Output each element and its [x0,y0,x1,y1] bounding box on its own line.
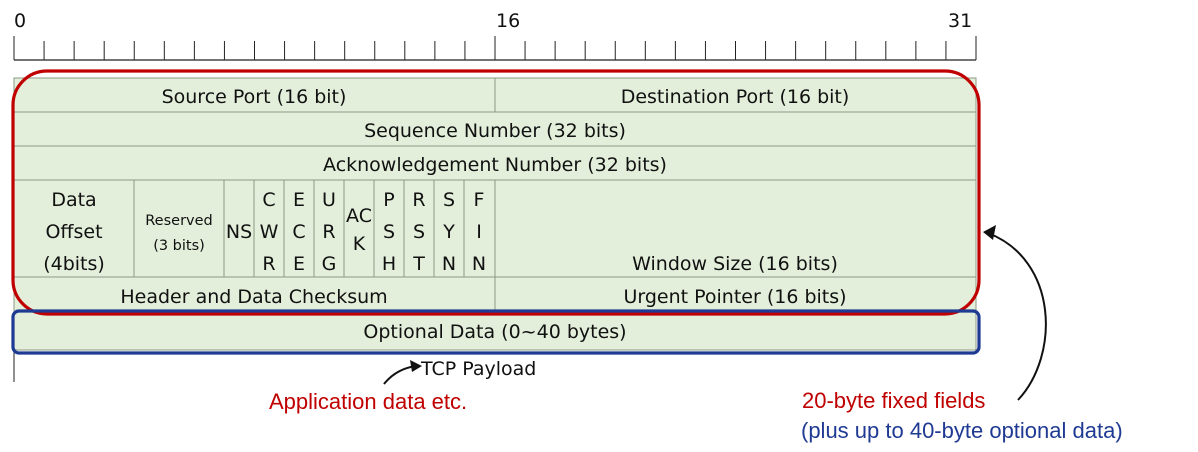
data-offset-label-line2: Offset [45,221,102,243]
sequence-number-label: Sequence Number (32 bits) [364,120,626,142]
source-port-label: Source Port (16 bit) [162,86,347,108]
ack-flag-field [343,179,375,278]
rst-flag-letter: R [412,189,425,211]
ece-flag-letter: E [293,253,305,275]
data-offset-label-line1: Data [51,189,96,211]
ns-label: NS [226,221,252,243]
syn-flag-letter: N [442,253,456,275]
reserved-label-line2: (3 bits) [153,238,205,254]
payload-arrow [383,365,417,385]
ack-flag-letter: AC [346,205,372,227]
application-data-label: Application data etc. [269,389,467,414]
syn-flag-letter: Y [442,221,455,243]
ruler-ticks [13,36,977,60]
psh-flag-letter: P [383,189,394,211]
fin-flag-letter: N [472,253,486,275]
psh-flag-letter: H [382,253,396,275]
ece-flag-letter: C [292,221,305,243]
fin-flag-letter: F [474,189,485,211]
rst-flag-letter: S [413,221,425,243]
urg-flag-letter: U [322,189,336,211]
cwr-flag-letter: R [262,253,275,275]
optional-data-note: (plus up to 40-byte optional data) [801,418,1123,443]
ack-flag-letter: K [353,233,366,255]
urg-flag-letter: G [322,253,337,275]
ack-number-label: Acknowledgement Number (32 bits) [323,154,667,176]
data-offset-label-line3: (4bits) [43,253,105,275]
psh-flag-letter: S [383,221,395,243]
optional-data-label: Optional Data (0~40 bytes) [363,321,626,343]
window-size-label: Window Size (16 bits) [632,253,838,275]
checksum-label: Header and Data Checksum [120,286,387,308]
bit-label-31: 31 [948,10,972,32]
fixed-fields-arrowhead [983,225,996,240]
tcp-payload-label: TCP Payload [420,358,536,380]
reserved-label-line1: Reserved [145,213,213,229]
bit-label-16: 16 [496,10,520,32]
cwr-flag-letter: W [260,221,279,243]
fixed-fields-arrow [987,232,1047,401]
ece-flag-letter: E [293,189,305,211]
fixed-fields-note: 20-byte fixed fields [802,388,985,413]
urgent-pointer-label: Urgent Pointer (16 bits) [623,286,846,308]
urg-flag-letter: R [322,221,335,243]
fin-flag-letter: I [476,221,482,243]
cwr-flag-letter: C [262,189,275,211]
rst-flag-letter: T [412,253,425,275]
destination-port-label: Destination Port (16 bit) [621,86,850,108]
tcp-header-diagram: 0 16 31 Source Port (16 bit) Destination… [11,10,1123,443]
bit-label-0: 0 [14,10,26,32]
syn-flag-letter: S [443,189,455,211]
